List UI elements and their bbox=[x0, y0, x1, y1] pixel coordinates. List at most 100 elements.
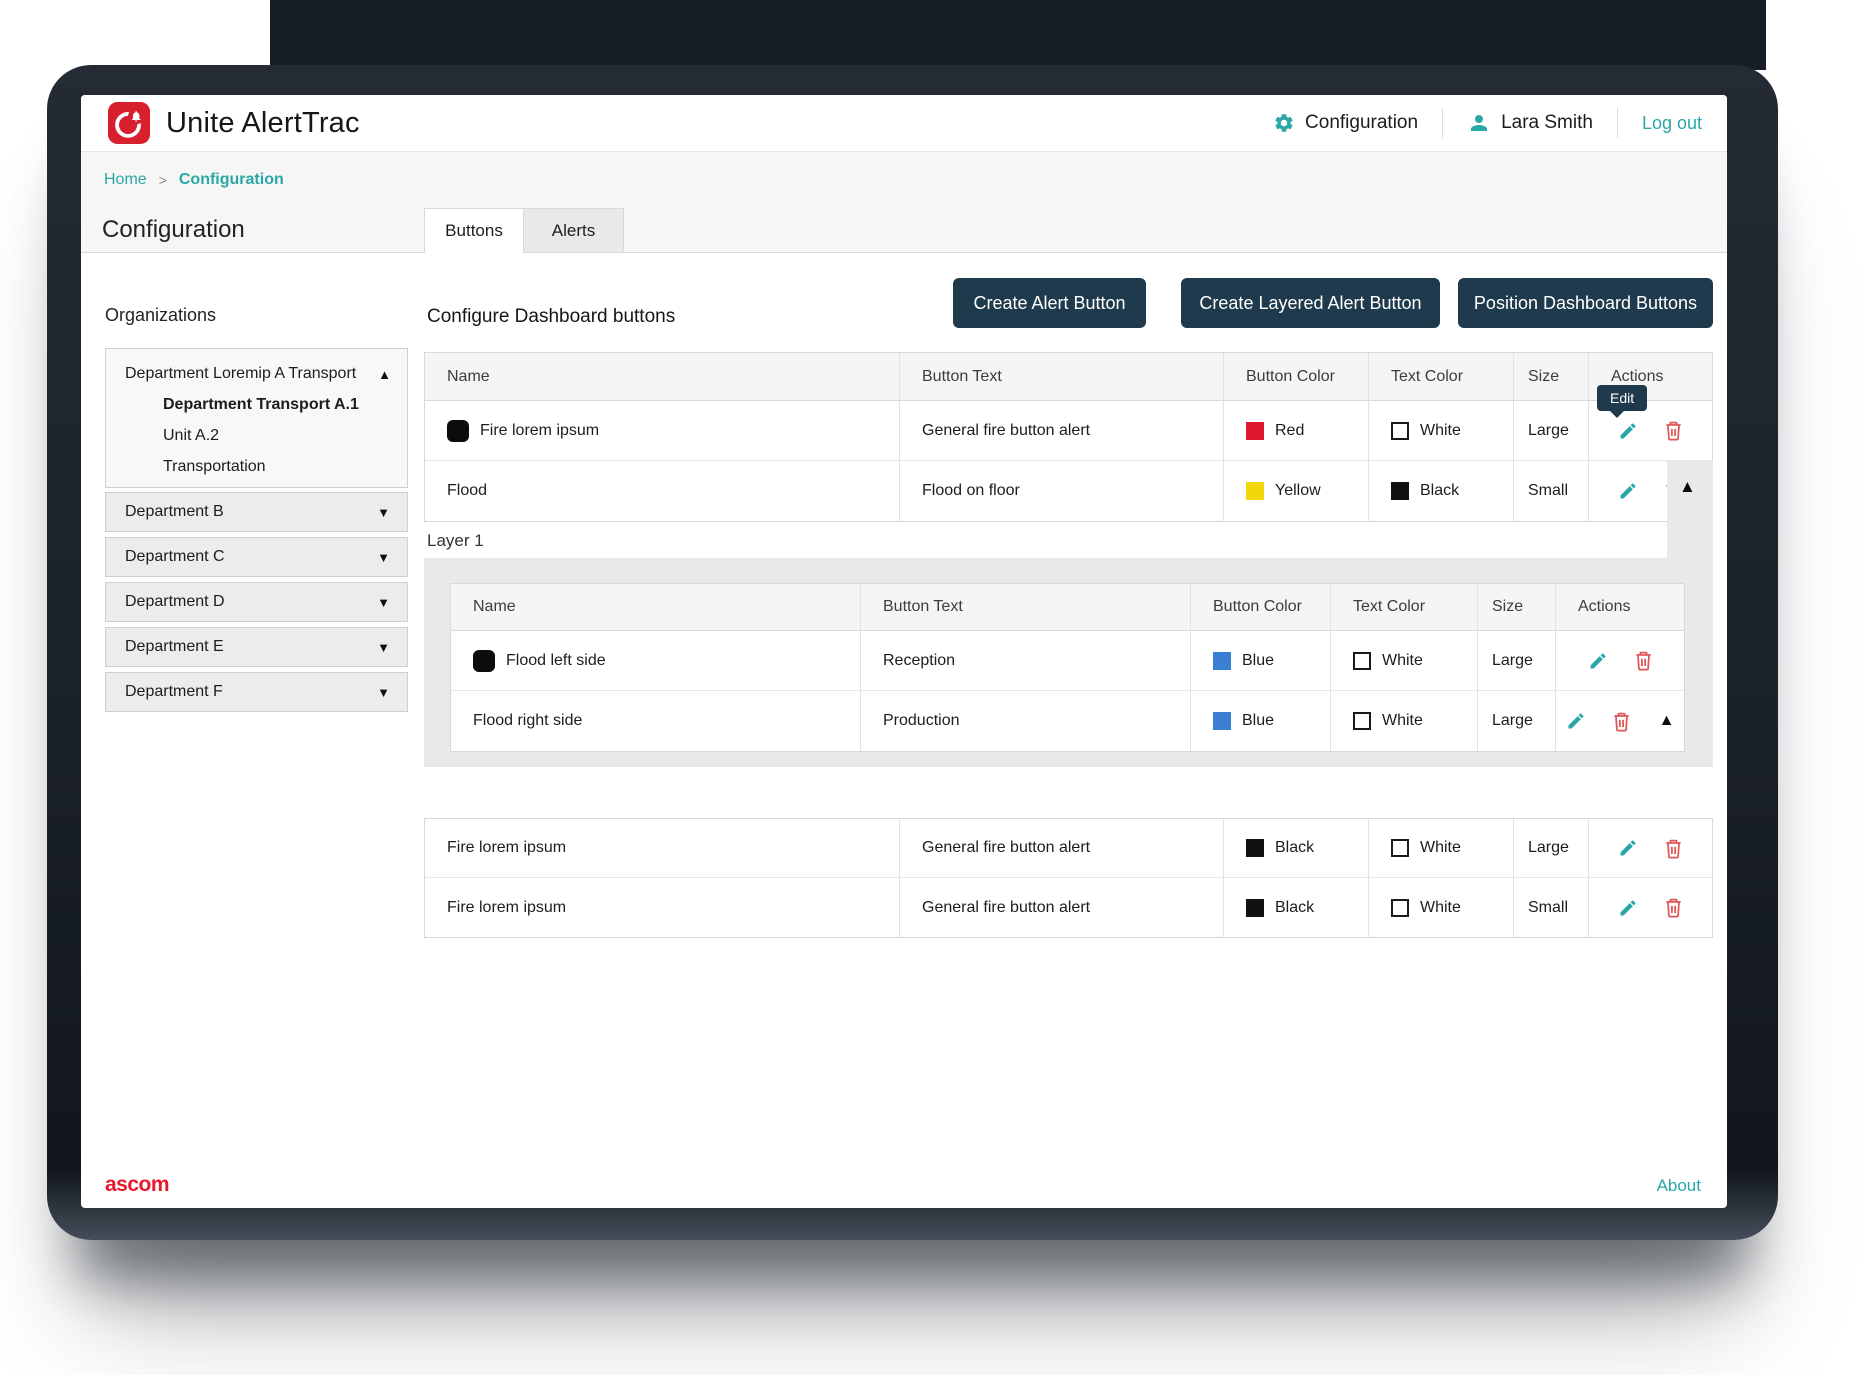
nav-configuration[interactable]: Configuration bbox=[1273, 112, 1418, 134]
cell-actions bbox=[1589, 819, 1712, 878]
cell-text-color: White bbox=[1369, 878, 1514, 937]
tab-alerts[interactable]: Alerts bbox=[524, 208, 624, 253]
logout-link[interactable]: Log out bbox=[1642, 113, 1702, 134]
org-group-department-b[interactable]: Department B ▼ bbox=[105, 492, 408, 532]
cell-name: Flood left side bbox=[451, 631, 861, 691]
column-header-button-color: Button Color bbox=[1224, 353, 1369, 401]
color-swatch bbox=[1246, 422, 1264, 440]
collapse-row-icon[interactable]: ▲ bbox=[1659, 712, 1675, 730]
color-swatch bbox=[1353, 712, 1371, 730]
edit-icon[interactable] bbox=[1588, 651, 1608, 671]
cell-text: Large bbox=[1492, 712, 1533, 730]
cell-text: Black bbox=[1420, 482, 1459, 500]
cell-button-text: General fire button alert bbox=[900, 819, 1224, 878]
column-header-name: Name bbox=[451, 584, 861, 631]
cell-size: Large bbox=[1478, 691, 1556, 751]
org-item-unit-a2[interactable]: Unit A.2 bbox=[163, 427, 407, 445]
chevron-down-icon: ▼ bbox=[377, 640, 390, 655]
button-preview-swatch bbox=[447, 420, 469, 442]
org-group-expanded: Department Loremip A Transport ▲ Departm… bbox=[105, 348, 408, 488]
tablet-frame: Unite AlertTrac Configuration Lara Smith… bbox=[47, 65, 1778, 1240]
cell-text: General fire button alert bbox=[922, 839, 1090, 857]
cell-text: White bbox=[1382, 712, 1423, 730]
cell-text-color: Black bbox=[1369, 461, 1514, 521]
user-icon bbox=[1467, 111, 1491, 135]
collapse-layer-icon[interactable]: ▲ bbox=[1679, 477, 1696, 497]
delete-icon[interactable] bbox=[1664, 838, 1683, 859]
top-navigation: Configuration Lara Smith Log out bbox=[1273, 108, 1702, 138]
column-header-size: Size bbox=[1478, 584, 1556, 631]
cell-text: White bbox=[1420, 839, 1461, 857]
cell-text: Large bbox=[1528, 839, 1569, 857]
color-swatch bbox=[1246, 839, 1264, 857]
cell-text: Small bbox=[1528, 482, 1568, 500]
column-header-button-text: Button Text bbox=[861, 584, 1191, 631]
cell-actions bbox=[1556, 631, 1684, 691]
about-link[interactable]: About bbox=[1657, 1176, 1701, 1196]
page-title: Configuration bbox=[102, 216, 245, 244]
chevron-up-icon[interactable]: ▲ bbox=[378, 367, 391, 382]
edit-icon[interactable] bbox=[1618, 898, 1638, 918]
cell-button-color: Red bbox=[1224, 401, 1369, 461]
edit-icon[interactable] bbox=[1618, 421, 1638, 441]
color-swatch bbox=[1246, 899, 1264, 917]
cell-button-text: General fire button alert bbox=[900, 401, 1224, 461]
user-menu[interactable]: Lara Smith bbox=[1467, 111, 1593, 135]
cell-text: Large bbox=[1492, 652, 1533, 670]
delete-icon[interactable] bbox=[1634, 650, 1653, 671]
breadcrumb: Home > Configuration bbox=[104, 171, 284, 189]
org-item-transportation[interactable]: Transportation bbox=[163, 458, 407, 476]
chevron-down-icon: ▼ bbox=[377, 595, 390, 610]
expanded-row-connector bbox=[1667, 461, 1713, 559]
delete-icon[interactable] bbox=[1664, 897, 1683, 918]
cell-name: Flood bbox=[425, 461, 900, 521]
column-header-name: Name bbox=[425, 353, 900, 401]
create-alert-button[interactable]: Create Alert Button bbox=[953, 278, 1146, 328]
position-dashboard-buttons-button[interactable]: Position Dashboard Buttons bbox=[1458, 278, 1713, 328]
org-group-a-header[interactable]: Department Loremip A Transport ▲ bbox=[125, 365, 391, 383]
org-group-label: Department E bbox=[125, 638, 224, 656]
org-group-department-f[interactable]: Department F ▼ bbox=[105, 672, 408, 712]
cell-text: White bbox=[1420, 899, 1461, 917]
cell-text: Black bbox=[1275, 899, 1314, 917]
dashboard-buttons-table-continued: Fire lorem ipsum General fire button ale… bbox=[424, 818, 1713, 938]
cell-text: Reception bbox=[883, 652, 955, 670]
cell-text-color: White bbox=[1369, 819, 1514, 878]
cell-text: Flood bbox=[447, 482, 487, 500]
cell-text: Small bbox=[1528, 899, 1568, 917]
cell-name: Fire lorem ipsum bbox=[425, 878, 900, 937]
color-swatch bbox=[1213, 712, 1231, 730]
breadcrumb-home[interactable]: Home bbox=[104, 171, 147, 189]
create-layered-alert-button[interactable]: Create Layered Alert Button bbox=[1181, 278, 1440, 328]
breadcrumb-separator: > bbox=[159, 172, 167, 188]
org-item-department-transport-a1[interactable]: Department Transport A.1 bbox=[163, 396, 407, 414]
cell-button-text: Flood on floor bbox=[900, 461, 1224, 521]
cell-text: Fire lorem ipsum bbox=[480, 422, 599, 440]
edit-icon[interactable] bbox=[1566, 711, 1586, 731]
org-group-department-d[interactable]: Department D ▼ bbox=[105, 582, 408, 622]
nav-configuration-label: Configuration bbox=[1305, 112, 1418, 134]
cell-button-color: Blue bbox=[1191, 631, 1331, 691]
cell-text: Flood on floor bbox=[922, 482, 1020, 500]
color-swatch bbox=[1391, 899, 1409, 917]
tab-buttons[interactable]: Buttons bbox=[424, 208, 524, 253]
user-name: Lara Smith bbox=[1501, 112, 1593, 134]
column-header-text-color: Text Color bbox=[1331, 584, 1478, 631]
delete-icon[interactable] bbox=[1612, 711, 1631, 732]
delete-icon[interactable] bbox=[1664, 420, 1683, 441]
color-swatch bbox=[1391, 839, 1409, 857]
section-heading: Configure Dashboard buttons bbox=[427, 306, 675, 328]
org-group-department-e[interactable]: Department E ▼ bbox=[105, 627, 408, 667]
cell-text: Red bbox=[1275, 422, 1304, 440]
divider bbox=[1617, 108, 1618, 138]
column-header-size: Size bbox=[1514, 353, 1589, 401]
org-group-label: Department B bbox=[125, 503, 224, 521]
organizations-heading: Organizations bbox=[105, 305, 216, 326]
cell-text: Flood right side bbox=[473, 712, 582, 730]
edit-icon[interactable] bbox=[1618, 838, 1638, 858]
layer-buttons-table: Name Button Text Button Color Text Color… bbox=[450, 583, 1685, 752]
org-group-department-c[interactable]: Department C ▼ bbox=[105, 537, 408, 577]
color-swatch bbox=[1391, 482, 1409, 500]
cell-button-color: Black bbox=[1224, 878, 1369, 937]
edit-icon[interactable] bbox=[1618, 481, 1638, 501]
